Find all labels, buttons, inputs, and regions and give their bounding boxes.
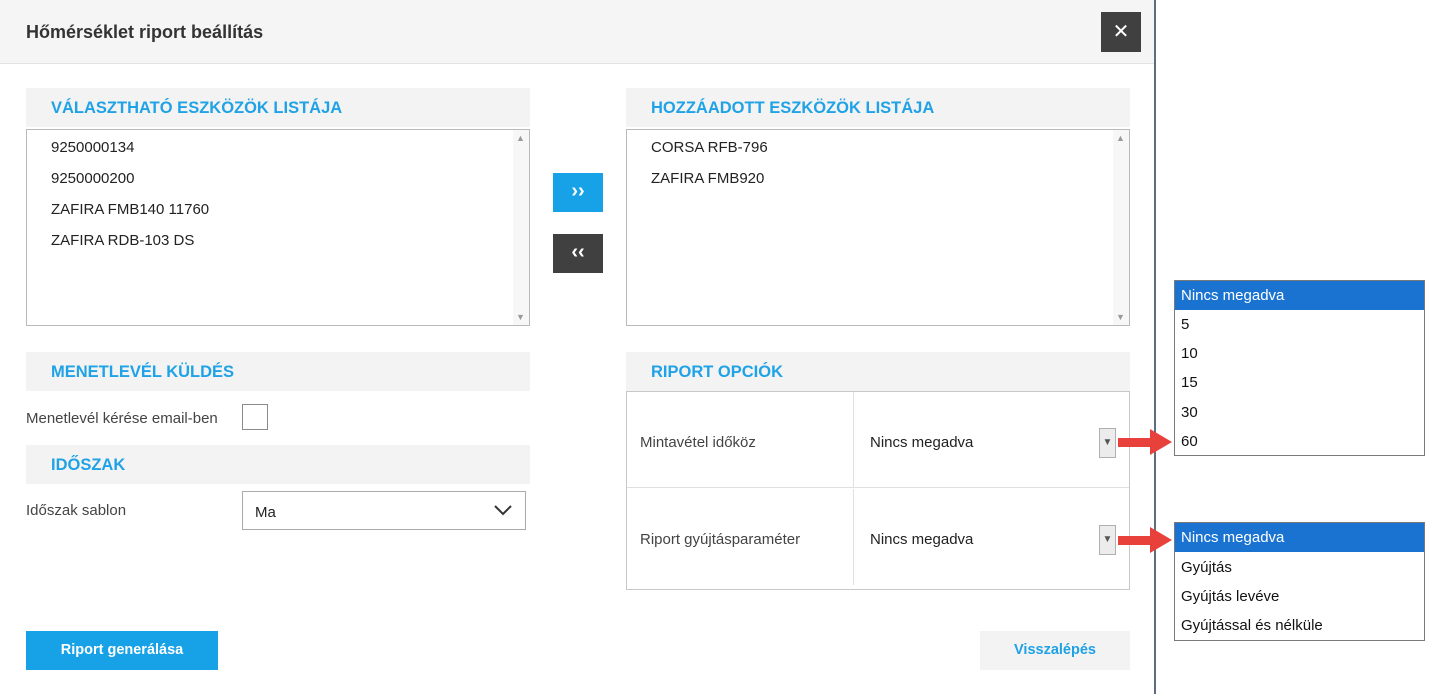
scroll-up-icon[interactable]: ▲ <box>1116 133 1125 143</box>
ignition-param-dropdown-button[interactable]: ▼ <box>1099 525 1116 555</box>
close-button[interactable]: ✕ <box>1101 12 1141 52</box>
sampling-interval-label: Mintavétel időköz <box>640 434 756 451</box>
option-ignition[interactable]: Gyújtás <box>1175 553 1424 582</box>
report-settings-dialog: Hőmérséklet riport beállítás ✕ VÁLASZTHA… <box>0 0 1156 694</box>
added-list-scrollbar[interactable]: ▲ ▼ <box>1113 130 1129 325</box>
waybill-heading: MENETLEVÉL KÜLDÉS <box>26 352 530 391</box>
option-none[interactable]: Nincs megadva <box>1175 523 1424 552</box>
back-button[interactable]: Visszalépés <box>980 631 1130 670</box>
annotation-arrow-icon <box>1118 429 1172 455</box>
sampling-interval-value[interactable]: Nincs megadva <box>870 434 973 451</box>
annotation-arrow-icon <box>1118 527 1172 553</box>
added-devices-list[interactable]: CORSA RFB-796 ZAFIRA FMB920 ▲ ▼ <box>626 129 1130 326</box>
add-device-button[interactable]: ›› <box>553 173 603 212</box>
email-waybill-checkbox[interactable] <box>242 404 268 430</box>
period-template-label: Időszak sablon <box>26 502 127 519</box>
list-item[interactable]: 9250000134 <box>51 139 134 156</box>
period-heading: IDŐSZAK <box>26 445 530 484</box>
scroll-down-icon[interactable]: ▼ <box>516 312 525 322</box>
remove-device-button[interactable]: ‹‹ <box>553 234 603 273</box>
option-with-and-without[interactable]: Gyújtással és nélküle <box>1175 611 1424 640</box>
generate-report-button[interactable]: Riport generálása <box>26 631 218 670</box>
double-chevron-left-icon: ‹‹ <box>571 241 585 263</box>
ignition-param-options: Nincs megadva Gyújtás Gyújtás levéve Gyú… <box>1174 522 1425 641</box>
close-icon: ✕ <box>1112 21 1130 43</box>
dialog-title: Hőmérséklet riport beállítás <box>26 22 264 42</box>
period-template-value: Ma <box>255 504 276 521</box>
list-item[interactable]: CORSA RFB-796 <box>651 139 768 156</box>
sampling-interval-dropdown-button[interactable]: ▼ <box>1099 428 1116 458</box>
available-devices-list[interactable]: 9250000134 9250000200 ZAFIRA FMB140 1176… <box>26 129 530 326</box>
scroll-up-icon[interactable]: ▲ <box>516 133 525 143</box>
chevron-down-icon: ▼ <box>1102 534 1113 545</box>
list-item[interactable]: 9250000200 <box>51 170 134 187</box>
sampling-interval-options: Nincs megadva 5 10 15 30 60 <box>1174 280 1425 456</box>
option-5[interactable]: 5 <box>1175 310 1424 339</box>
dialog-header: Hőmérséklet riport beállítás ✕ <box>0 0 1154 64</box>
available-list-scrollbar[interactable]: ▲ ▼ <box>513 130 529 325</box>
report-options-heading: RIPORT OPCIÓK <box>626 352 1130 391</box>
available-devices-heading: VÁLASZTHATÓ ESZKÖZÖK LISTÁJA <box>26 88 530 127</box>
ignition-param-label: Riport gyújtásparaméter <box>640 531 801 548</box>
scroll-down-icon[interactable]: ▼ <box>1116 312 1125 322</box>
double-chevron-right-icon: ›› <box>571 180 585 202</box>
period-template-select[interactable]: Ma <box>242 491 526 530</box>
option-15[interactable]: 15 <box>1175 368 1424 397</box>
chevron-down-icon <box>494 505 512 516</box>
report-options-table: Mintavétel időköz Nincs megadva ▼ Riport… <box>626 391 1130 590</box>
email-waybill-label: Menetlevél kérése email-ben <box>26 410 218 427</box>
added-devices-heading: HOZZÁADOTT ESZKÖZÖK LISTÁJA <box>626 88 1130 127</box>
list-item[interactable]: ZAFIRA FMB140 11760 <box>51 201 209 218</box>
chevron-down-icon: ▼ <box>1102 437 1113 448</box>
option-30[interactable]: 30 <box>1175 398 1424 427</box>
sampling-interval-row: Mintavétel időköz Nincs megadva ▼ <box>627 392 1129 488</box>
ignition-param-value[interactable]: Nincs megadva <box>870 531 973 548</box>
option-60[interactable]: 60 <box>1175 427 1424 456</box>
option-none[interactable]: Nincs megadva <box>1175 281 1424 310</box>
list-item[interactable]: ZAFIRA FMB920 <box>651 170 764 187</box>
ignition-param-row: Riport gyújtásparaméter Nincs megadva ▼ <box>627 489 1129 585</box>
list-item[interactable]: ZAFIRA RDB-103 DS <box>51 232 194 249</box>
option-ignition-off[interactable]: Gyújtás levéve <box>1175 582 1424 611</box>
option-10[interactable]: 10 <box>1175 339 1424 368</box>
